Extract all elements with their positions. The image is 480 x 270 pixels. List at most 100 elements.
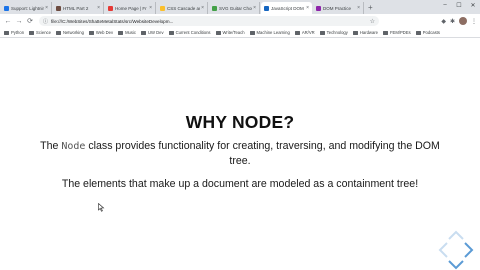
bookmark-star-icon[interactable]: ☆ <box>370 18 375 25</box>
bookmark-folder[interactable]: Music <box>118 30 136 35</box>
maximize-button[interactable]: ☐ <box>452 0 466 10</box>
tab-list: Support: Lightning × HTML Part 2 × Home Page… <box>1 2 365 14</box>
tab-strip: Support: Lightning × HTML Part 2 × Home Page… <box>0 0 480 14</box>
tab-3[interactable]: CSS Cascade and× <box>157 2 208 14</box>
bookmark-folder[interactable]: Technology <box>319 30 348 35</box>
tab-favicon-icon <box>212 5 217 11</box>
bookmark-folder[interactable]: Podcasts <box>415 30 440 35</box>
tab-title: HTML Part 2 <box>63 5 89 11</box>
tab-close-icon[interactable]: × <box>45 5 48 11</box>
tab-0[interactable]: Support: Lightning × <box>1 2 52 14</box>
bookmark-folder[interactable]: Hardware <box>352 30 378 35</box>
folder-icon <box>141 30 146 35</box>
toolbar-right: ◆ ✱ ⋮ <box>437 17 477 25</box>
tab-2[interactable]: Home Page | Fr × <box>105 2 156 14</box>
bookmark-label: Write/Teach <box>222 30 245 35</box>
extensions-puzzle-icon[interactable]: ✱ <box>450 18 455 25</box>
bookmark-folder[interactable]: Science <box>29 30 51 35</box>
bookmark-label: Python <box>11 30 25 35</box>
folder-icon <box>352 30 358 35</box>
slide-title: WHY NODE? <box>185 112 295 132</box>
folder-icon <box>215 30 221 35</box>
folder-icon <box>383 30 388 35</box>
profile-avatar[interactable] <box>459 17 467 25</box>
bookmark-label: UW Dev <box>148 30 164 35</box>
address-bar[interactable]: ⓘ file:///C:/WebSites/ShatteMetalStats/s… <box>39 16 379 26</box>
forward-button[interactable]: → <box>14 16 24 26</box>
bookmark-label: Technology <box>326 30 348 35</box>
para1-pre: The <box>40 140 62 152</box>
tab-close-icon[interactable]: × <box>253 5 256 11</box>
window-controls: – ☐ ✕ <box>438 0 480 10</box>
extension-icon[interactable]: ◆ <box>441 18 446 25</box>
code-node: Node <box>61 141 86 152</box>
browser-toolbar: ← → ⟳ ⓘ file:///C:/WebSites/ShatteMetalS… <box>0 14 480 28</box>
folder-icon <box>88 30 94 35</box>
url-text: file:///C:/WebSites/ShatteMetalStats/src… <box>51 18 174 24</box>
tab-title: DOM Practice <box>323 5 352 11</box>
tab-close-icon[interactable]: × <box>201 5 204 11</box>
info-icon[interactable]: ⓘ <box>43 18 48 25</box>
bookmark-folder[interactable]: Current Conditions <box>168 30 211 35</box>
tab-favicon-icon <box>160 5 165 11</box>
tab-favicon-icon <box>264 5 269 11</box>
minimize-button[interactable]: – <box>438 0 452 10</box>
bookmark-label: Podcasts <box>422 30 440 35</box>
tab-close-icon[interactable]: × <box>306 5 309 11</box>
bookmark-folder[interactable]: AR/VR <box>294 30 315 35</box>
bookmark-label: Hardware <box>359 30 378 35</box>
tab-title: Home Page | Fr <box>115 5 147 11</box>
para1-post: class provides functionality for creatin… <box>85 140 440 167</box>
tab-title: Support: Lightning <box>11 5 45 11</box>
bookmark-label: Networking <box>62 30 84 35</box>
tab-1[interactable]: HTML Part 2 × <box>53 2 104 14</box>
bookmark-folder[interactable]: UW Dev <box>141 30 164 35</box>
reload-button[interactable]: ⟳ <box>25 16 35 26</box>
folder-icon <box>29 30 35 35</box>
folder-icon <box>294 30 300 35</box>
new-tab-button[interactable]: + <box>368 2 373 14</box>
folder-icon <box>4 30 9 35</box>
bookmark-label: AR/VR <box>301 30 315 35</box>
tab-close-icon[interactable]: × <box>357 5 360 11</box>
tab-close-icon[interactable]: × <box>149 5 152 11</box>
bookmark-folder[interactable]: Write/Teach <box>215 30 245 35</box>
page-content: WHY NODE? The Node class provides functi… <box>0 39 480 270</box>
bookmark-folder[interactable]: Machine Learning <box>249 30 290 35</box>
nav-down-arrow-icon[interactable] <box>448 260 464 270</box>
bookmark-folder[interactable]: Networking <box>55 30 84 35</box>
tab-4[interactable]: SVG Guitar Chords× <box>209 2 260 14</box>
menu-icon[interactable]: ⋮ <box>471 18 477 25</box>
bookmark-folder[interactable]: Web Dev <box>88 30 114 35</box>
tab-favicon-icon <box>4 5 9 11</box>
folder-icon <box>249 30 255 35</box>
bookmark-folder[interactable]: Python <box>4 30 24 35</box>
bookmark-label: Web Dev <box>95 30 114 35</box>
folder-icon <box>118 30 124 35</box>
tab-favicon-icon <box>108 5 113 11</box>
tab-6[interactable]: DOM Practice × <box>313 2 364 14</box>
tab-favicon-icon <box>56 5 61 11</box>
nav-right-arrow-icon[interactable] <box>464 242 474 258</box>
tab-close-icon[interactable]: × <box>97 5 100 11</box>
nav-up-arrow-icon[interactable] <box>448 230 464 240</box>
folder-icon <box>319 30 325 35</box>
tab-5[interactable]: JavaScript DOM obje× <box>261 2 312 14</box>
back-button[interactable]: ← <box>3 16 13 26</box>
tab-title: CSS Cascade and <box>167 5 200 11</box>
mouse-cursor-icon <box>98 203 105 212</box>
folder-icon <box>55 30 61 35</box>
bookmark-label: Science <box>36 30 51 35</box>
slide-navigation-controls <box>438 230 474 270</box>
bookmark-label: Music <box>125 30 136 35</box>
nav-left-arrow-icon[interactable] <box>438 242 448 258</box>
bookmarks-bar: Python Science Networking Web Dev Music UW De… <box>0 28 480 38</box>
paragraph-containment-tree: The elements that make up a document are… <box>61 178 419 190</box>
tab-favicon-icon <box>316 5 321 11</box>
close-window-button[interactable]: ✕ <box>466 0 480 10</box>
tab-title: JavaScript DOM obje <box>271 5 305 11</box>
bookmark-folder[interactable]: FEM/PDEs <box>383 30 411 35</box>
folder-icon <box>415 30 421 35</box>
bookmark-label: FEM/PDEs <box>390 30 411 35</box>
paragraph-node-class: The Node class provides functionality fo… <box>40 139 440 169</box>
